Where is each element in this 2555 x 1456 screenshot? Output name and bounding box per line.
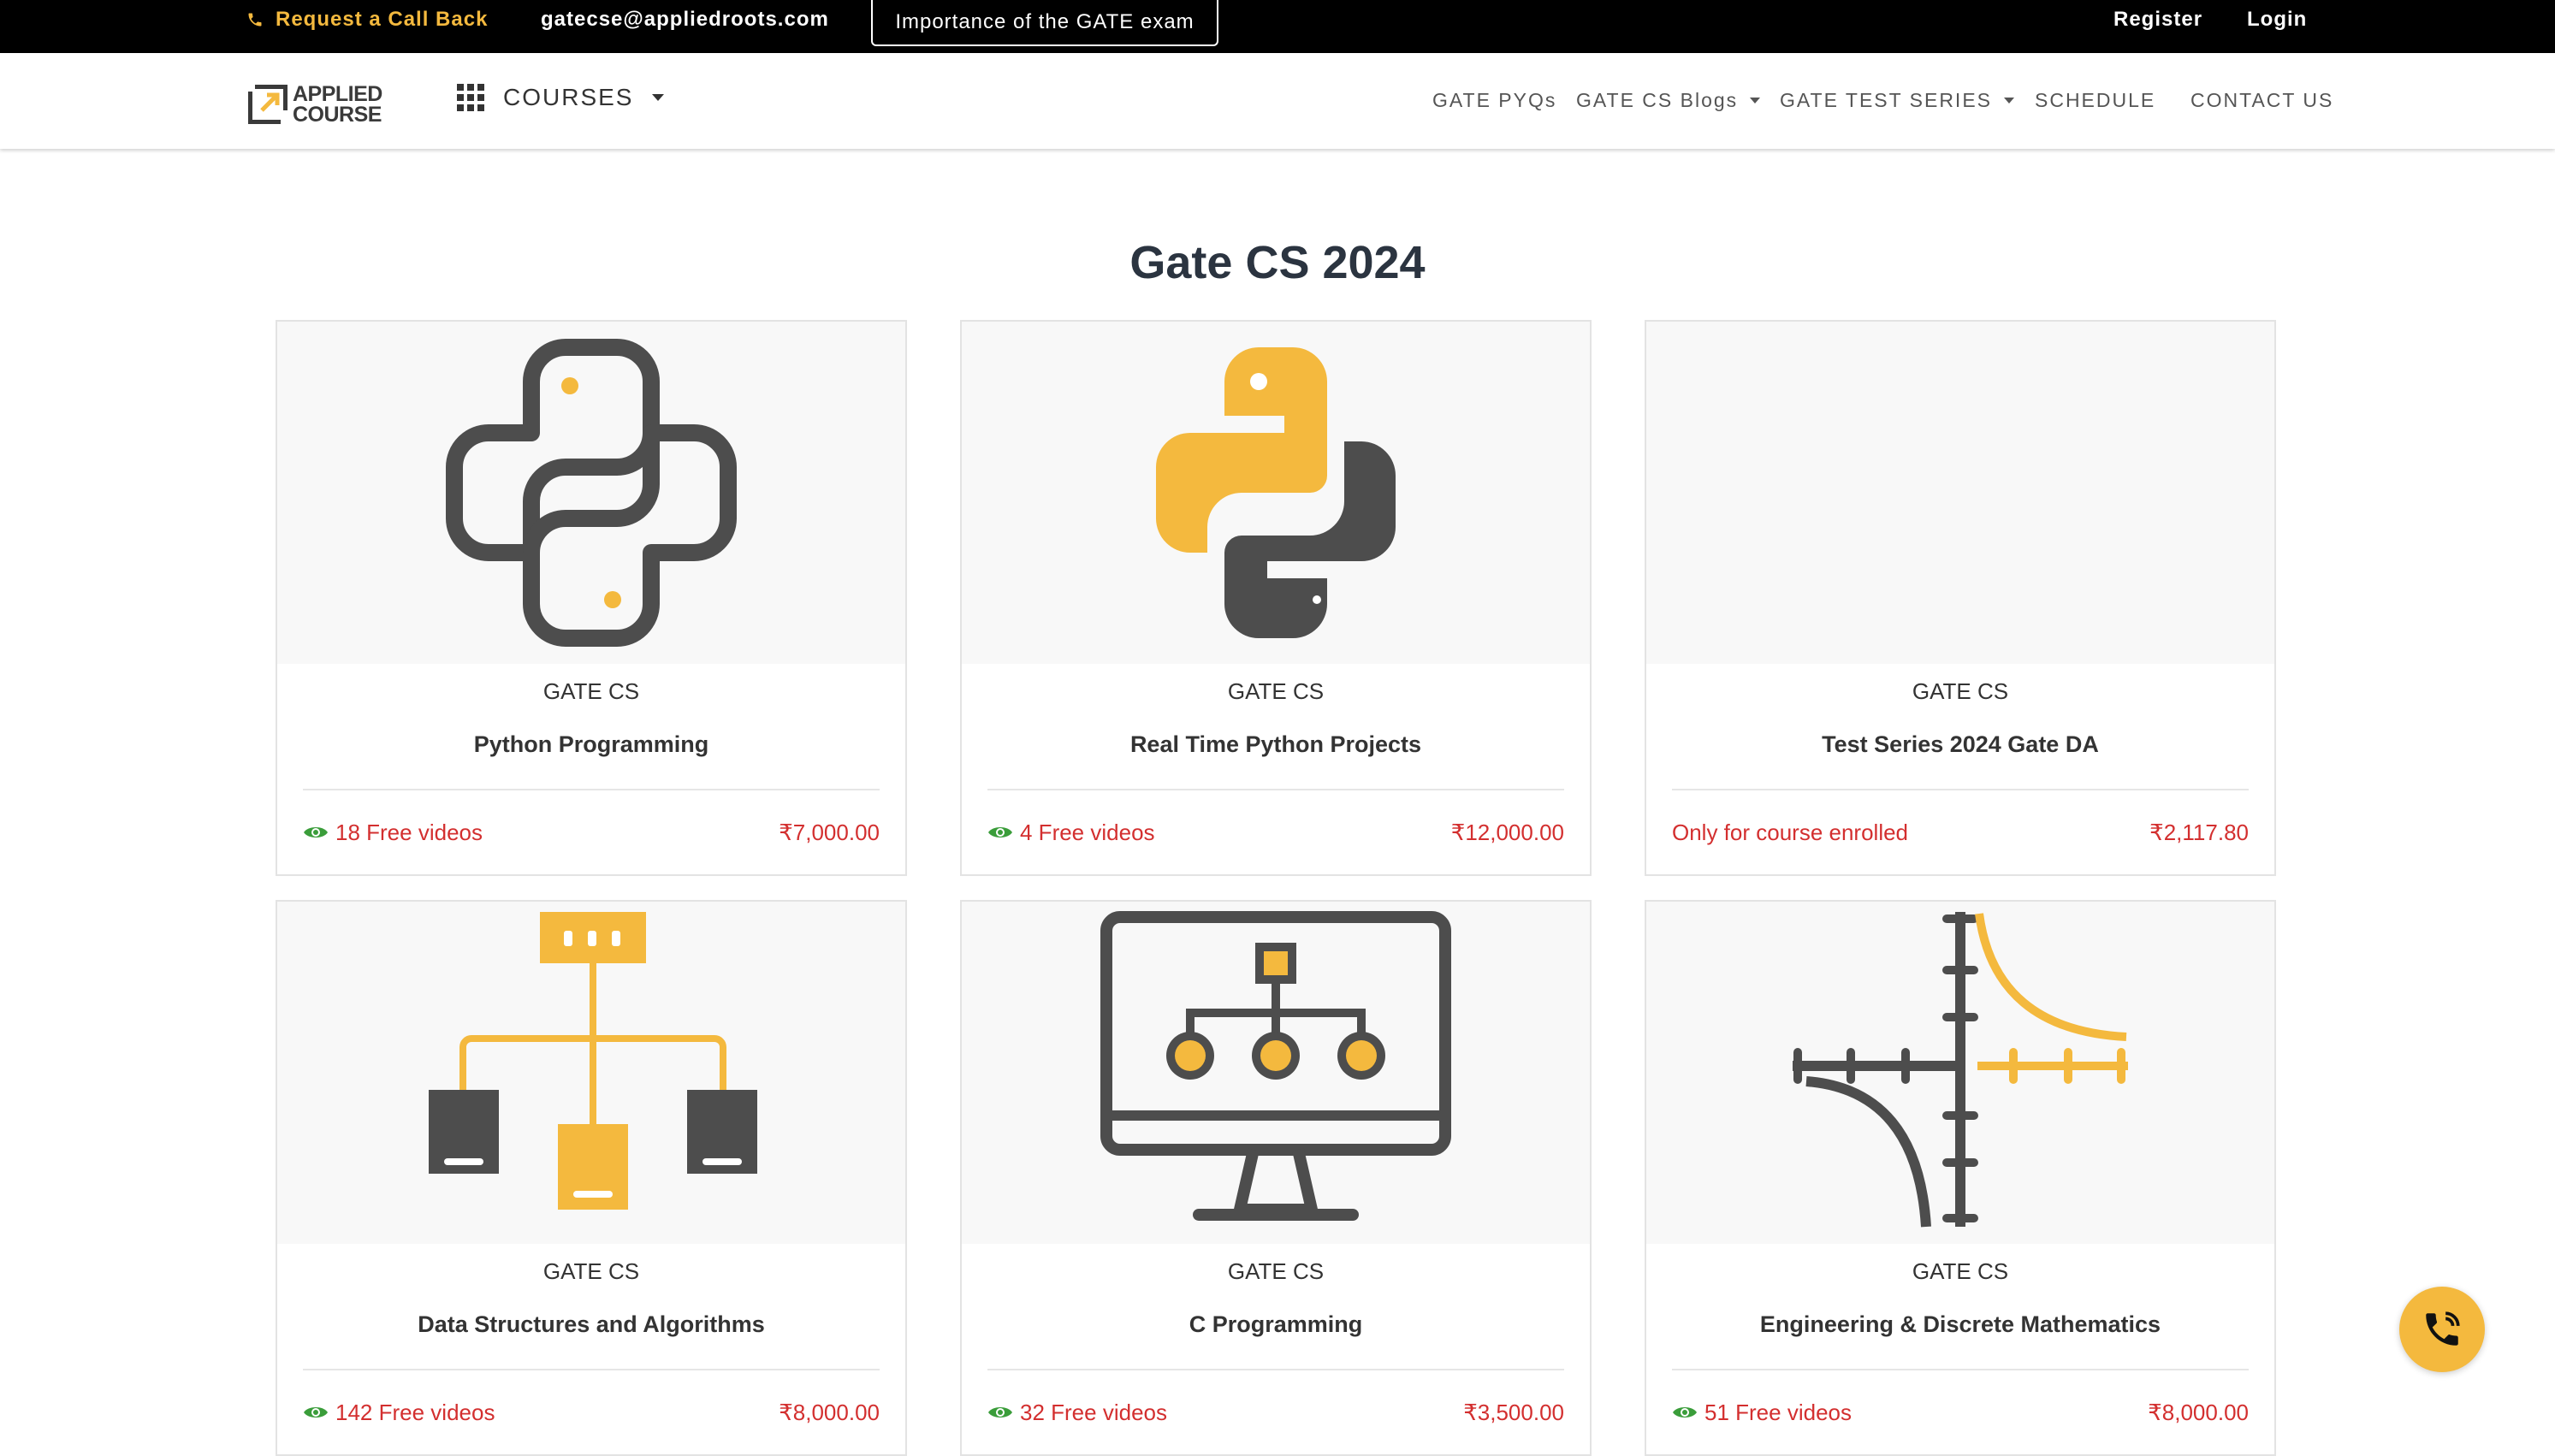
applied-course-logo[interactable]: APPLIED COURSE <box>248 82 382 127</box>
callback-label: Request a Call Back <box>276 8 489 31</box>
course-card[interactable]: GATE CS Test Series 2024 Gate DA Only fo… <box>1645 320 2276 876</box>
course-card-image <box>277 322 905 664</box>
course-card-image <box>1646 902 2274 1244</box>
course-title[interactable]: C Programming <box>962 1309 1590 1340</box>
course-card[interactable]: GATE CS Python Programming 18 Free video… <box>276 320 907 876</box>
course-title[interactable]: Test Series 2024 Gate DA <box>1646 729 2274 760</box>
course-card[interactable]: GATE CS Data Structures and Algorithms 1… <box>276 900 907 1456</box>
course-price: ₹8,000.00 <box>2148 1399 2249 1425</box>
eye-icon <box>304 827 328 837</box>
chevron-down-icon <box>2004 98 2015 104</box>
course-category: GATE CS <box>542 678 640 704</box>
course-price: ₹12,000.00 <box>1450 819 1564 845</box>
course-price: ₹2,117.80 <box>2149 819 2249 845</box>
phone-call-icon <box>2426 1311 2460 1346</box>
top-bar: Request a Call Back gatecse@appliedroots… <box>0 0 2555 53</box>
nav-link-gate-cs-blogs[interactable]: GATE CS Blogs <box>1576 89 1761 112</box>
course-card[interactable]: GATE CS Real Time Python Projects 4 Free… <box>960 320 1592 876</box>
nav-link-gate-pyqs[interactable]: GATE PYQs <box>1432 89 1556 112</box>
python-outline-icon <box>446 339 737 647</box>
eye-icon <box>304 1407 328 1418</box>
nav-link-label: CONTACT US <box>2190 89 2334 111</box>
course-title[interactable]: Real Time Python Projects <box>962 729 1590 760</box>
courses-label: COURSES <box>503 84 634 110</box>
courses-dropdown[interactable]: COURSES <box>457 84 665 111</box>
python-logo-icon <box>1156 347 1396 638</box>
eye-icon <box>1673 1407 1697 1418</box>
course-category: GATE CS <box>1227 1258 1325 1284</box>
course-title[interactable]: Data Structures and Algorithms <box>277 1309 905 1340</box>
hyperbola-graph-icon <box>1793 912 2128 1228</box>
free-videos-label: 4 Free videos <box>1020 819 1155 845</box>
nav-link-gate-test-series[interactable]: GATE TEST SERIES <box>1780 89 2015 112</box>
nav-link-schedule[interactable]: SCHEDULE <box>2035 89 2155 112</box>
nav-link-label: GATE TEST SERIES <box>1780 89 1993 111</box>
enrollment-note: Only for course enrolled <box>1672 819 1909 845</box>
course-category: GATE CS <box>1227 678 1325 704</box>
request-callback-link[interactable]: Request a Call Back <box>246 0 488 39</box>
importance-gate-button[interactable]: Importance of the GATE exam <box>871 0 1218 46</box>
eye-icon <box>988 827 1012 837</box>
course-card-image <box>962 322 1590 664</box>
course-card-image <box>962 902 1590 1244</box>
course-price: ₹8,000.00 <box>779 1399 880 1425</box>
free-videos-label: 51 Free videos <box>1704 1399 1852 1425</box>
free-videos-label: 142 Free videos <box>335 1399 495 1425</box>
tree-diagram-icon <box>429 912 757 1210</box>
nav-link-contact-us[interactable]: CONTACT US <box>2190 89 2333 112</box>
monitor-hierarchy-icon <box>1100 911 1451 1221</box>
logo-mark-icon <box>248 85 288 124</box>
logo-line-1: APPLIED <box>293 82 382 106</box>
logo-text: APPLIED COURSE <box>293 82 382 127</box>
free-videos-label: 32 Free videos <box>1020 1399 1167 1425</box>
course-title[interactable]: Python Programming <box>277 729 905 760</box>
free-videos-link[interactable]: 142 Free videos <box>303 1400 495 1426</box>
free-videos-label: 18 Free videos <box>335 819 483 845</box>
course-category: GATE CS <box>1912 1258 2009 1284</box>
course-card-image <box>1646 322 2274 664</box>
nav-link-label: GATE CS Blogs <box>1576 89 1739 111</box>
logo-line-2: COURSE <box>293 103 382 127</box>
eye-icon <box>988 1407 1012 1418</box>
free-videos-link[interactable]: 32 Free videos <box>987 1400 1167 1426</box>
chevron-down-icon <box>652 94 665 101</box>
course-card[interactable]: GATE CS Engineering & Discrete Mathemati… <box>1645 900 2276 1456</box>
page-title: Gate CS 2024 <box>1129 237 1426 288</box>
register-link[interactable]: Register <box>2113 0 2202 39</box>
chevron-down-icon <box>1750 98 1761 104</box>
free-videos-link[interactable]: 51 Free videos <box>1672 1400 1852 1426</box>
course-price: ₹7,000.00 <box>779 819 880 845</box>
course-card-image <box>277 902 905 1244</box>
course-card[interactable]: GATE CS C Programming 32 Free videos ₹3,… <box>960 900 1592 1456</box>
main-nav: APPLIED COURSE COURSES GATE PYQs GATE CS… <box>0 53 2555 149</box>
free-videos-link[interactable]: 18 Free videos <box>303 820 483 846</box>
course-title[interactable]: Engineering & Discrete Mathematics <box>1646 1309 2274 1340</box>
nav-link-label: GATE PYQs <box>1432 89 1557 111</box>
email-link[interactable]: gatecse@appliedroots.com <box>541 0 829 39</box>
course-category: GATE CS <box>542 1258 640 1284</box>
grid-menu-icon <box>457 84 484 111</box>
free-videos-link[interactable]: 4 Free videos <box>987 820 1155 846</box>
nav-link-label: SCHEDULE <box>2035 89 2156 111</box>
phone-icon <box>248 13 262 27</box>
course-category: GATE CS <box>1912 678 2009 704</box>
call-button[interactable] <box>2399 1287 2485 1372</box>
course-price: ₹3,500.00 <box>1463 1399 1564 1425</box>
login-link[interactable]: Login <box>2247 0 2307 39</box>
